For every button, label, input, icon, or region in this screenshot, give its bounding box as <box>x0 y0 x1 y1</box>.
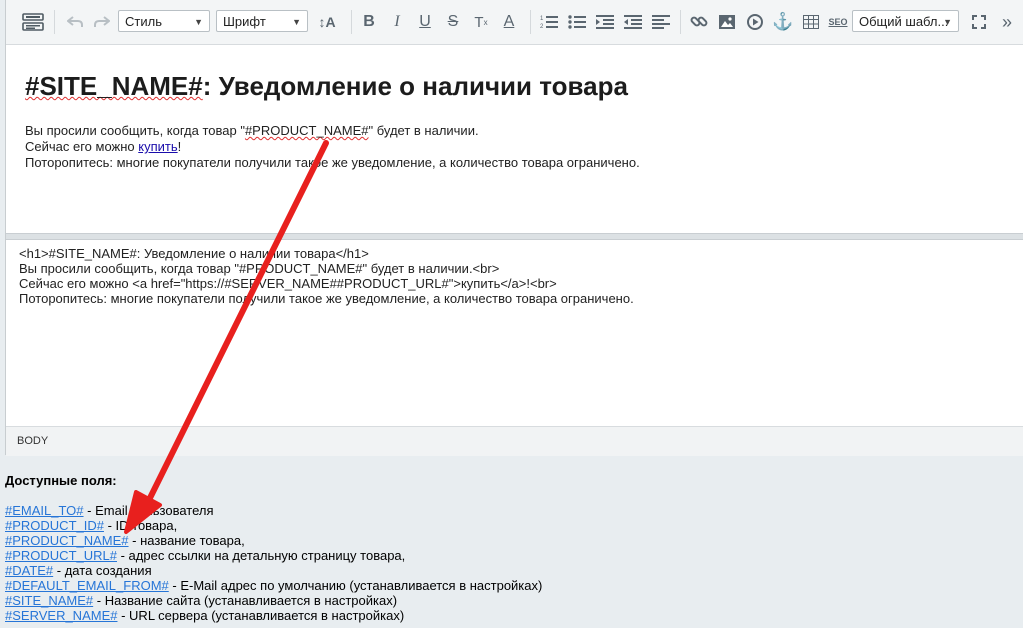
field-description: - дата создания <box>53 563 152 578</box>
field-description: - E-Mail адрес по умолчанию (устанавлива… <box>168 578 543 593</box>
field-tag-link[interactable]: #SITE_NAME# <box>5 593 93 608</box>
field-tag-link[interactable]: #DEFAULT_EMAIL_FROM# <box>5 578 169 593</box>
visual-line-2: Сейчас его можно купить! <box>25 139 640 155</box>
field-description: - Email пользователя <box>83 503 214 518</box>
visual-body-text: Вы просили сообщить, когда товар "#PRODU… <box>25 123 640 171</box>
seo-label: SEO <box>828 17 848 27</box>
path-body-item[interactable]: BODY <box>17 435 48 447</box>
toolbar-separator <box>54 10 55 34</box>
field-tag-link[interactable]: #SERVER_NAME# <box>5 608 117 623</box>
indent-icon[interactable] <box>594 10 616 34</box>
ordered-list-icon[interactable]: 12 <box>538 10 560 34</box>
font-select-value: Шрифт <box>223 14 266 29</box>
list-item: #PRODUCT_URL# - адрес ссылки на детальну… <box>5 548 542 563</box>
template-select-value: Общий шабл... <box>859 14 949 29</box>
list-item: #SERVER_NAME# - URL сервера (устанавлива… <box>5 608 542 623</box>
chevron-down-icon: ▼ <box>943 17 952 27</box>
visual-line-3: Поторопитесь: многие покупатели получили… <box>25 155 640 170</box>
field-tag-link[interactable]: #PRODUCT_ID# <box>5 518 104 533</box>
font-size-icon[interactable]: ↕A <box>314 10 340 34</box>
field-tag-link[interactable]: #DATE# <box>5 563 53 578</box>
text-color-icon[interactable]: A <box>498 10 520 34</box>
field-description: - Название сайта (устанавливается в наст… <box>93 593 398 608</box>
fields-list: #EMAIL_TO# - Email пользователя #PRODUCT… <box>5 503 542 623</box>
source-line: <h1>#SITE_NAME#: Уведомление о наличии т… <box>19 246 369 261</box>
field-description: - URL сервера (устанавливается в настрой… <box>117 608 405 623</box>
field-description: - ID товара, <box>103 518 178 533</box>
visual-editor-area[interactable]: #SITE_NAME#: Уведомление о наличии товар… <box>6 45 1023 233</box>
field-tag-link[interactable]: #EMAIL_TO# <box>5 503 84 518</box>
redo-icon[interactable] <box>91 10 113 34</box>
fullscreen-icon[interactable] <box>968 10 990 34</box>
style-select[interactable]: Стиль ▼ <box>118 10 210 32</box>
editor-toolbar: Стиль ▼ Шрифт ▼ ↕A B I U S Tx A 12 ⚓ SEO… <box>6 0 1023 45</box>
anchor-icon[interactable]: ⚓ <box>772 10 794 34</box>
outdent-icon[interactable] <box>622 10 644 34</box>
template-select[interactable]: Общий шабл... ▼ <box>852 10 959 32</box>
source-line: Вы просили сообщить, когда товар "#PRODU… <box>19 261 500 276</box>
svg-text:2: 2 <box>540 24 544 30</box>
line1-prefix: Вы просили сообщить, когда товар " <box>25 123 245 138</box>
link-icon[interactable] <box>688 10 710 34</box>
source-code-area[interactable]: <h1>#SITE_NAME#: Уведомление о наличии т… <box>6 240 1023 426</box>
line2-suffix: ! <box>177 139 182 154</box>
source-code-text: <h1>#SITE_NAME#: Уведомление о наличии т… <box>19 246 634 306</box>
chevron-down-icon: ▼ <box>194 17 203 27</box>
heading-text: : Уведомление о наличии товара <box>202 71 628 101</box>
seo-icon[interactable]: SEO <box>826 10 850 34</box>
available-fields: Доступные поля: #EMAIL_TO# - Email польз… <box>5 473 542 623</box>
field-description: - адрес ссылки на детальную страницу тов… <box>116 548 406 563</box>
page-heading: #SITE_NAME#: Уведомление о наличии товар… <box>25 71 628 102</box>
toolbar-separator <box>530 10 531 34</box>
visual-line-1: Вы просили сообщить, когда товар "#PRODU… <box>25 123 640 139</box>
bullet-list-icon[interactable] <box>566 10 588 34</box>
more-icon[interactable]: » <box>996 10 1018 34</box>
buy-link[interactable]: купить <box>138 139 177 154</box>
field-description: - название товара, <box>128 533 245 548</box>
list-item: #DEFAULT_EMAIL_FROM# - E-Mail адрес по у… <box>5 578 542 593</box>
chevron-down-icon: ▼ <box>292 17 301 27</box>
heading-site-name: #SITE_NAME# <box>25 71 203 101</box>
source-line: Поторопитесь: многие покупатели получили… <box>19 291 634 306</box>
list-item: #PRODUCT_NAME# - название товара, <box>5 533 542 548</box>
strikethrough-icon[interactable]: S <box>442 10 464 34</box>
bold-icon[interactable]: B <box>358 10 380 34</box>
view-mode-icon[interactable] <box>20 10 46 34</box>
italic-icon[interactable]: I <box>386 10 408 34</box>
underline-icon[interactable]: U <box>414 10 436 34</box>
editor-splitter[interactable] <box>6 233 1023 240</box>
list-item: #PRODUCT_ID# - ID товара, <box>5 518 542 533</box>
table-icon[interactable] <box>800 10 822 34</box>
available-fields-title: Доступные поля: <box>5 473 117 488</box>
image-icon[interactable] <box>716 10 738 34</box>
list-item: #SITE_NAME# - Название сайта (устанавлив… <box>5 593 542 608</box>
line1-tag: #PRODUCT_NAME# <box>244 123 369 138</box>
element-path-bar: BODY <box>6 426 1023 456</box>
line1-suffix: " будет в наличии. <box>368 123 479 138</box>
remove-format-icon[interactable]: Tx <box>470 10 492 34</box>
toolbar-separator <box>680 10 681 34</box>
style-select-value: Стиль <box>125 14 162 29</box>
undo-icon[interactable] <box>64 10 86 34</box>
field-tag-link[interactable]: #PRODUCT_NAME# <box>5 533 129 548</box>
toolbar-separator <box>351 10 352 34</box>
list-item: #DATE# - дата создания <box>5 563 542 578</box>
list-item: #EMAIL_TO# - Email пользователя <box>5 503 542 518</box>
source-line: Сейчас его можно <a href="https://#SERVE… <box>19 276 557 291</box>
html-editor: Стиль ▼ Шрифт ▼ ↕A B I U S Tx A 12 ⚓ SEO… <box>5 0 1023 456</box>
field-tag-link[interactable]: #PRODUCT_URL# <box>5 548 117 563</box>
video-icon[interactable] <box>744 10 766 34</box>
align-icon[interactable] <box>650 10 672 34</box>
svg-text:1: 1 <box>540 16 544 22</box>
line2-prefix: Сейчас его можно <box>25 139 139 154</box>
font-select[interactable]: Шрифт ▼ <box>216 10 308 32</box>
